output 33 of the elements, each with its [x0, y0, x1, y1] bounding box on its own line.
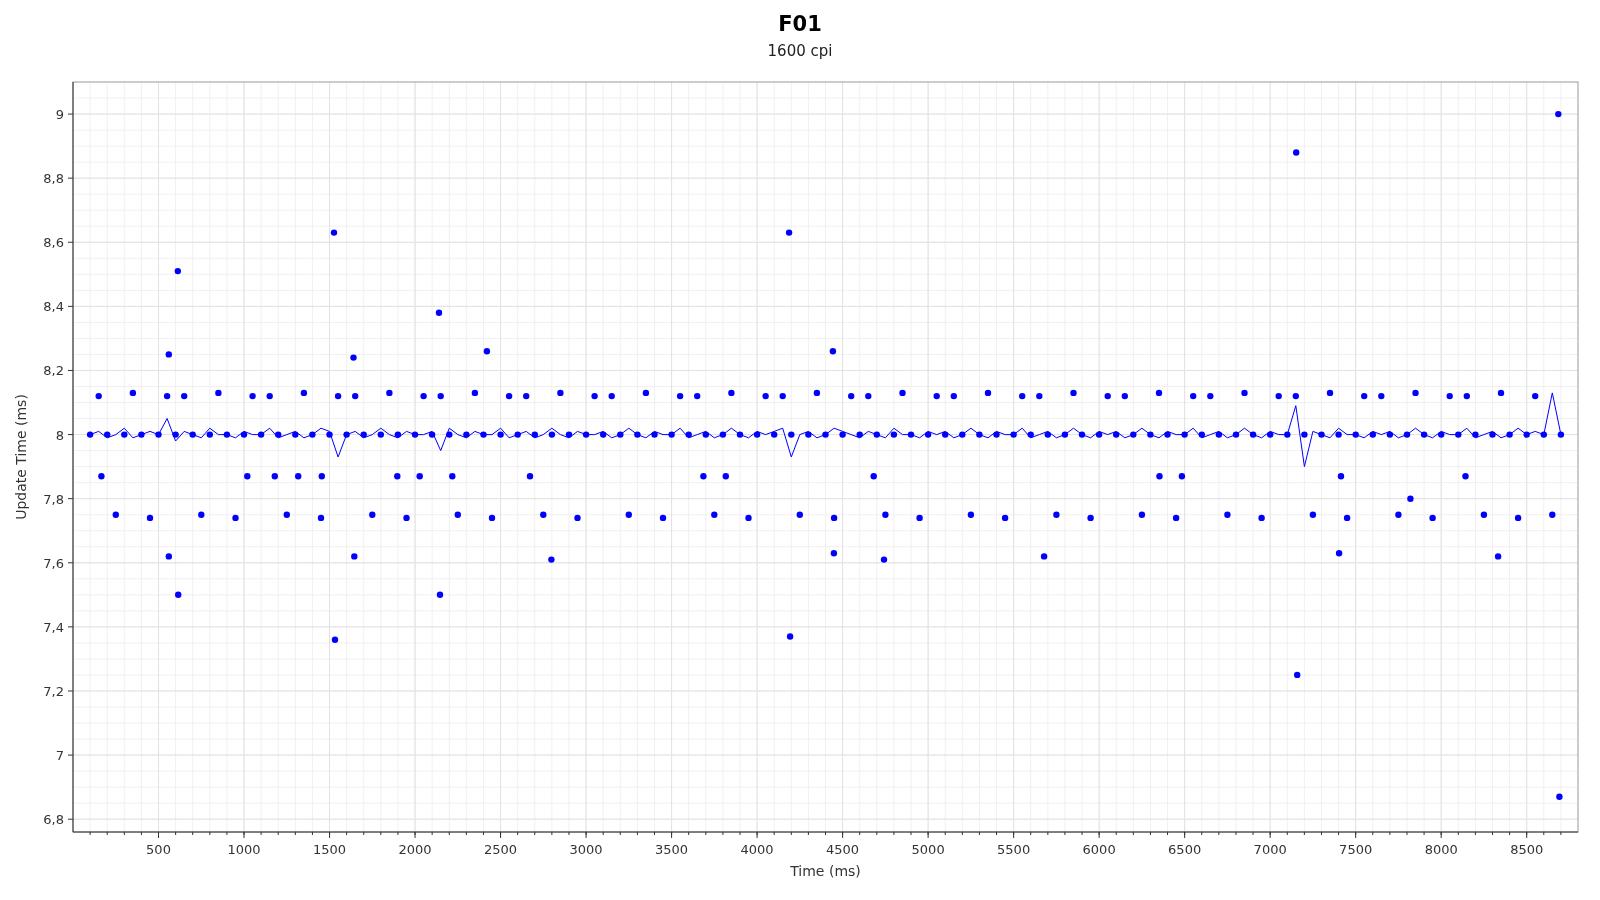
- axis-tick-label: 5000: [911, 842, 945, 857]
- axis-tick-label: 6500: [1168, 842, 1202, 857]
- axis-tick-label: 5500: [997, 842, 1031, 857]
- axis-tick-label: 2500: [484, 842, 518, 857]
- axis-tick-label: 8,6: [43, 235, 64, 251]
- axis-tick-label: 6000: [1082, 842, 1116, 857]
- x-axis-title: Time (ms): [790, 863, 861, 879]
- chart-subtitle: 1600 cpi: [767, 41, 833, 62]
- axis-tick-label: 4500: [826, 842, 860, 857]
- axis-tick-label: 1000: [227, 842, 261, 857]
- axis-tick-label: 7500: [1339, 842, 1373, 857]
- axis-tick-label: 8,4: [43, 299, 64, 315]
- axis-tick-label: 7,8: [43, 491, 64, 507]
- axis-tick-label: 1500: [313, 842, 347, 857]
- axis-tick-label: 7,2: [43, 683, 64, 699]
- axis-tick-label: 7000: [1253, 842, 1287, 857]
- axis-tick-label: 9: [55, 107, 64, 123]
- axis-tick-label: 8,8: [43, 171, 64, 187]
- axis-tick-label: 8500: [1510, 842, 1544, 857]
- axis-tick-label: 8000: [1424, 842, 1458, 857]
- axis-tick-label: 8,2: [43, 363, 64, 379]
- axis-tick-label: 3000: [569, 842, 603, 857]
- axis-tick-label: 4000: [740, 842, 774, 857]
- axis-tick-label: 8: [55, 427, 64, 443]
- chart-title: F01: [778, 11, 822, 38]
- axis-tick-label: 2000: [398, 842, 432, 857]
- axis-tick-label: 6,8: [43, 812, 64, 828]
- axis-tick-label: 7: [55, 748, 64, 764]
- axis-tick-label: 500: [146, 842, 171, 857]
- axis-tick-label: 7,4: [43, 619, 64, 635]
- y-axis-title: Update Time (ms): [13, 394, 29, 520]
- axis-tick-label: 3500: [655, 842, 689, 857]
- axis-tick-label: 7,6: [43, 555, 64, 571]
